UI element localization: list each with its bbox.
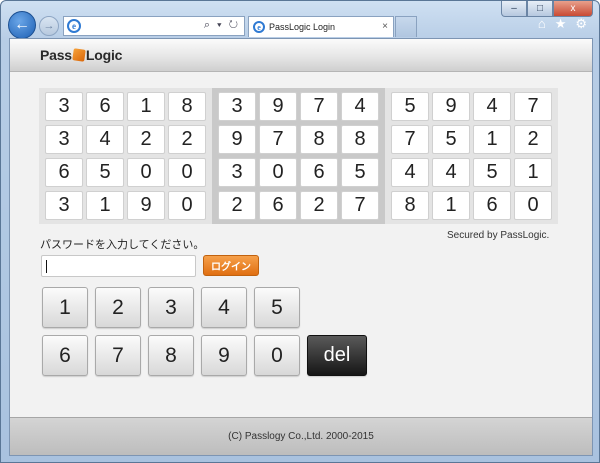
matrix-cell: 6 — [473, 191, 511, 220]
password-input[interactable] — [41, 255, 196, 277]
matrix-cell: 5 — [432, 125, 470, 154]
copyright-text: (C) Passlogy Co.,Ltd. 2000-2015 — [228, 431, 374, 442]
keypad-digit-key[interactable]: 4 — [201, 287, 247, 328]
tools-gear-icon[interactable]: ⚙ — [575, 16, 587, 32]
matrix-block: 3974978830652627 — [212, 88, 385, 224]
keypad-row: 12345 — [42, 287, 367, 328]
matrix-cell: 8 — [300, 125, 338, 154]
keypad-digit-key[interactable]: 1 — [42, 287, 88, 328]
ie-page-icon: e — [67, 19, 81, 33]
matrix-cell: 4 — [432, 158, 470, 187]
keypad-digit-key[interactable]: 2 — [95, 287, 141, 328]
login-button[interactable]: ログイン — [203, 255, 259, 276]
matrix-cell: 5 — [473, 158, 511, 187]
home-icon[interactable]: ⌂ — [538, 16, 546, 32]
matrix-cell: 3 — [218, 158, 256, 187]
matrix-cell: 6 — [45, 158, 83, 187]
matrix-cell: 0 — [168, 191, 206, 220]
matrix-cell: 0 — [168, 158, 206, 187]
browser-window: – □ x ← → e ⌕ ▾ ↻ e PassLogic Login × ⌂ … — [0, 0, 600, 463]
passlogic-logo: Pass Logic — [40, 47, 122, 63]
window-controls: – □ x — [501, 1, 593, 17]
keypad-digit-key[interactable]: 6 — [42, 335, 88, 376]
delete-key[interactable]: del — [307, 335, 367, 376]
keypad-digit-key[interactable]: 0 — [254, 335, 300, 376]
page-footer: (C) Passlogy Co.,Ltd. 2000-2015 — [10, 417, 592, 455]
matrix-cell: 2 — [300, 191, 338, 220]
matrix-cell: 6 — [259, 191, 297, 220]
matrix-cell: 5 — [391, 92, 429, 121]
tab-close-icon[interactable]: × — [382, 21, 388, 32]
matrix-cell: 4 — [473, 92, 511, 121]
matrix-cell: 9 — [127, 191, 165, 220]
maximize-button[interactable]: □ — [527, 1, 553, 17]
matrix-cell: 9 — [432, 92, 470, 121]
matrix-cell: 2 — [168, 125, 206, 154]
matrix-cell: 7 — [259, 125, 297, 154]
keypad-digit-key[interactable]: 5 — [254, 287, 300, 328]
matrix-cell: 9 — [259, 92, 297, 121]
secured-by-label: Secured by PassLogic. — [447, 230, 550, 241]
minimize-button[interactable]: – — [501, 1, 527, 17]
matrix-cell: 2 — [514, 125, 552, 154]
back-button[interactable]: ← — [8, 11, 36, 39]
matrix-cell: 0 — [127, 158, 165, 187]
matrix-cell: 3 — [45, 191, 83, 220]
logo-cube-icon — [72, 48, 86, 62]
forward-button[interactable]: → — [39, 16, 59, 36]
keypad-digit-key[interactable]: 9 — [201, 335, 247, 376]
favorites-star-icon[interactable]: ★ — [555, 16, 567, 32]
matrix-block: 5947751244518160 — [385, 88, 558, 224]
matrix-cell: 5 — [341, 158, 379, 187]
page-header: Pass Logic — [10, 39, 592, 72]
logo-text-pass: Pass — [40, 47, 72, 63]
number-matrix: 3618342265003190397497883065262759477512… — [39, 88, 558, 224]
page-viewport: Pass Logic 36183422650031903974978830652… — [9, 38, 593, 456]
text-caret — [46, 260, 47, 273]
tab-passlogic-login[interactable]: e PassLogic Login × — [248, 16, 394, 37]
matrix-cell: 1 — [86, 191, 124, 220]
keypad-digit-key[interactable]: 3 — [148, 287, 194, 328]
matrix-cell: 1 — [432, 191, 470, 220]
matrix-cell: 5 — [86, 158, 124, 187]
matrix-cell: 4 — [341, 92, 379, 121]
matrix-cell: 3 — [218, 92, 256, 121]
matrix-cell: 2 — [218, 191, 256, 220]
matrix-cell: 2 — [127, 125, 165, 154]
matrix-cell: 8 — [168, 92, 206, 121]
password-prompt: パスワードを入力してください。 — [40, 239, 205, 251]
matrix-cell: 8 — [391, 191, 429, 220]
matrix-cell: 7 — [391, 125, 429, 154]
matrix-block: 3618342265003190 — [39, 88, 212, 224]
matrix-cell: 1 — [514, 158, 552, 187]
matrix-cell: 4 — [86, 125, 124, 154]
matrix-cell: 9 — [218, 125, 256, 154]
matrix-cell: 1 — [127, 92, 165, 121]
numeric-keypad: 1 2 3 4 5 6 7 8 9 0 del — [42, 287, 367, 383]
address-bar[interactable]: e ⌕ ▾ ↻ — [63, 16, 245, 36]
close-window-button[interactable]: x — [553, 1, 593, 17]
tab-title: PassLogic Login — [269, 22, 336, 32]
browser-toolbar-icons: ⌂ ★ ⚙ — [538, 16, 587, 32]
matrix-cell: 6 — [300, 158, 338, 187]
address-tools-icons[interactable]: ⌕ ▾ ↻ — [204, 19, 240, 32]
logo-text-logic: Logic — [85, 47, 123, 63]
keypad-digit-key[interactable]: 8 — [148, 335, 194, 376]
matrix-cell: 0 — [514, 191, 552, 220]
matrix-cell: 8 — [341, 125, 379, 154]
matrix-cell: 1 — [473, 125, 511, 154]
matrix-cell: 7 — [300, 92, 338, 121]
keypad-digit-key[interactable]: 7 — [95, 335, 141, 376]
tab-favicon-icon: e — [253, 21, 265, 33]
matrix-cell: 3 — [45, 125, 83, 154]
matrix-cell: 7 — [514, 92, 552, 121]
matrix-cell: 6 — [86, 92, 124, 121]
matrix-cell: 4 — [391, 158, 429, 187]
matrix-cell: 3 — [45, 92, 83, 121]
new-tab-button[interactable] — [395, 16, 417, 37]
matrix-cell: 7 — [341, 191, 379, 220]
keypad-row: 6 7 8 9 0 del — [42, 335, 367, 376]
matrix-cell: 0 — [259, 158, 297, 187]
